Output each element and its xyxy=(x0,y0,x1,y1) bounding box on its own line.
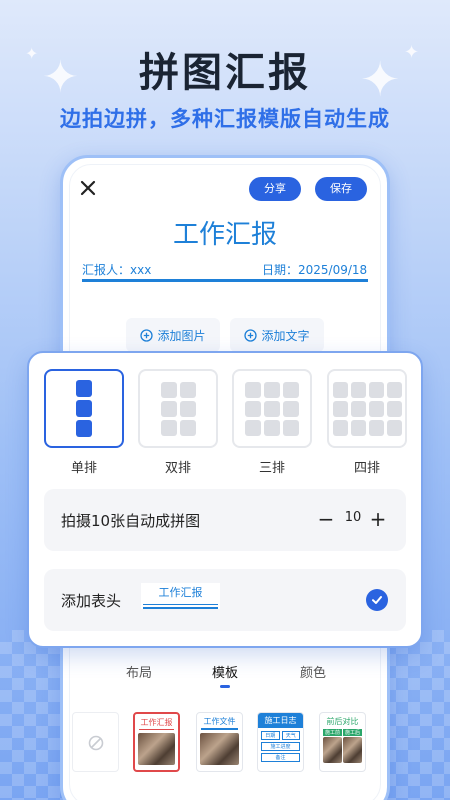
add-header-label: 添加表头 xyxy=(61,592,122,610)
checked-icon[interactable] xyxy=(366,589,388,611)
template-before-after[interactable]: 前后对比 施工前 施工后 xyxy=(319,712,366,772)
subheadline: 边拍边拼，多种汇报模版自动生成 xyxy=(60,107,390,131)
template-field: 施工进度 xyxy=(261,742,300,751)
add-image-label: 添加图片 xyxy=(157,328,206,343)
save-button[interactable]: 保存 xyxy=(315,177,367,201)
template-field: 日期 xyxy=(261,731,280,740)
auto-collage-label: 拍摄10张自动成拼图 xyxy=(61,512,201,530)
auto-collage-row: 拍摄10张自动成拼图 − 10 + xyxy=(44,489,406,551)
layout-label: 单排 xyxy=(70,461,97,476)
photo-count-value: 10 xyxy=(344,510,362,525)
date-text[interactable]: 日期：2025/09/18 xyxy=(262,261,367,278)
reporter-text[interactable]: 汇报人：xxx xyxy=(82,261,151,278)
plus-circle-icon xyxy=(244,328,258,342)
tab-color[interactable]: 颜色 xyxy=(300,662,326,681)
share-button[interactable]: 分享 xyxy=(249,177,301,201)
template-field: 备注 xyxy=(261,753,300,762)
increment-button[interactable]: + xyxy=(367,507,389,531)
template-title: 施工日志 xyxy=(258,713,303,728)
active-tab-indicator xyxy=(220,685,230,688)
template-work-file[interactable]: 工作文件 xyxy=(196,712,243,772)
add-text-button[interactable]: 添加文字 xyxy=(230,318,324,352)
document-title[interactable]: 工作汇报 xyxy=(60,214,390,251)
add-text-label: 添加文字 xyxy=(261,328,310,343)
add-image-button[interactable]: 添加图片 xyxy=(126,318,220,352)
template-none[interactable] xyxy=(72,712,119,772)
tab-template[interactable]: 模板 xyxy=(212,662,238,681)
layout-label: 四排 xyxy=(353,461,380,476)
tab-layout[interactable]: 布局 xyxy=(126,662,152,681)
header-preview: 工作汇报 xyxy=(141,583,220,609)
add-header-row[interactable]: 添加表头 工作汇报 xyxy=(44,569,406,631)
template-title: 工作文件 xyxy=(203,717,236,726)
layout-label: 双排 xyxy=(164,461,191,476)
decrement-button[interactable]: − xyxy=(315,507,337,531)
template-work-report[interactable]: 工作汇报 xyxy=(133,712,180,772)
template-title: 工作汇报 xyxy=(140,718,173,727)
plus-circle-icon xyxy=(140,328,154,342)
template-photo xyxy=(343,737,362,763)
title-divider xyxy=(82,279,368,282)
close-icon[interactable] xyxy=(78,178,98,198)
template-photo xyxy=(323,737,342,763)
template-field: 施工前 xyxy=(323,729,342,736)
layout-three-column[interactable] xyxy=(232,369,312,448)
layout-single-column[interactable] xyxy=(44,369,124,448)
layout-two-column[interactable] xyxy=(138,369,218,448)
template-photo xyxy=(200,733,239,765)
headline: 拼图汇报 xyxy=(139,50,311,96)
template-field: 施工后 xyxy=(343,729,362,736)
none-icon xyxy=(88,735,104,751)
template-title: 前后对比 xyxy=(326,717,359,726)
template-field: 天气 xyxy=(281,731,300,740)
layout-label: 三排 xyxy=(258,461,285,476)
layout-four-column[interactable] xyxy=(327,369,407,448)
template-construction-log[interactable]: 施工日志 日期 天气 施工进度 备注 xyxy=(257,712,304,772)
header-preview-text: 工作汇报 xyxy=(158,586,203,599)
template-photo xyxy=(138,733,175,765)
